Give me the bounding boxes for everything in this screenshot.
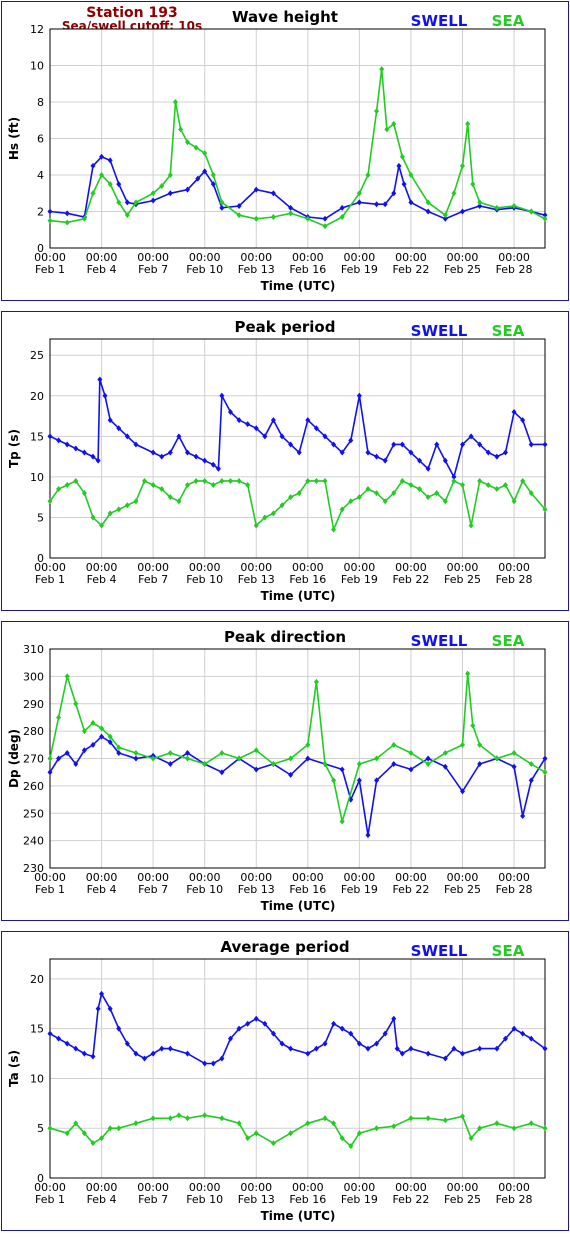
x-tick-date: Feb 16 [289,883,326,896]
x-tick-date: Feb 13 [238,263,275,276]
x-tick-date: Feb 25 [444,263,481,276]
y-tick-label: 4 [37,169,44,182]
y-tick-label: 2 [37,206,44,219]
x-tick-date: Feb 25 [444,1193,481,1206]
plot-area [49,958,546,1179]
y-axis-label: Ta (s) [7,1050,21,1087]
peak-direction-chart: 23024025026027028029030031000:00Feb 100:… [7,628,548,913]
y-tick-label: 5 [37,1122,44,1135]
x-tick-date: Feb 4 [87,573,117,586]
x-tick-date: Feb 19 [341,883,378,896]
peak-direction-panel: 230 240 250 260 270 280 290 300 310 00:00 Feb 1 00:… [1,621,569,921]
x-tick-date: Feb 28 [496,883,533,896]
x-tick-date: Feb 10 [186,263,223,276]
legend-swell: SWELL [411,12,468,30]
x-tick-date: Feb 10 [186,573,223,586]
legend-sea: SEA [492,632,525,650]
y-tick-label: 15 [30,430,44,443]
chart-title: Average period [220,938,349,956]
x-tick-date: Feb 28 [496,263,533,276]
y-tick-label: 250 [23,807,44,820]
x-tick-date: Feb 16 [289,573,326,586]
legend-sea: SEA [492,12,525,30]
y-tick-label: 8 [37,96,44,109]
x-tick-date: Feb 10 [186,883,223,896]
y-tick-label: 10 [30,1072,44,1085]
x-tick-date: Feb 1 [35,573,65,586]
y-tick-label: 10 [30,60,44,73]
x-tick-date: Feb 1 [35,883,65,896]
chart-title: Peak direction [224,628,346,646]
legend-swell: SWELL [411,632,468,650]
average-period-panel: 0 5 10 15 20 00:00 Feb 1 00:00 Feb 4 00:00 Feb 7 00… [1,931,569,1231]
y-tick-label: 20 [30,973,44,986]
x-tick-date: Feb 13 [238,573,275,586]
y-tick-label: 260 [23,780,44,793]
x-tick-date: Feb 19 [341,573,378,586]
legend-sea: SEA [492,322,525,340]
x-tick-date: Feb 7 [138,573,168,586]
y-tick-label: 15 [30,1023,44,1036]
peak-period-chart: 051015202500:00Feb 100:00Feb 400:00Feb 7… [7,318,548,603]
x-axis-label: Time (UTC) [261,589,336,603]
x-tick-date: Feb 22 [392,263,429,276]
x-tick-date: Feb 1 [35,1193,65,1206]
x-tick-date: Feb 16 [289,263,326,276]
y-axis-label: Dp (deg) [7,729,21,788]
wave-height-chart: Station 193 Sea/swell cutoff: 10s 024681… [7,5,548,293]
x-tick-date: Feb 25 [444,883,481,896]
y-tick-label: 300 [23,670,44,683]
x-tick-date: Feb 10 [186,1193,223,1206]
x-axis-label: Time (UTC) [261,899,336,913]
x-tick-date: Feb 13 [238,883,275,896]
average-period-chart: 0510152000:00Feb 100:00Feb 400:00Feb 700… [7,938,548,1223]
y-tick-label: 310 [23,643,44,656]
x-tick-date: Feb 19 [341,1193,378,1206]
x-tick-date: Feb 22 [392,573,429,586]
y-tick-label: 20 [30,390,44,403]
x-tick-date: Feb 4 [87,1193,117,1206]
legend-swell: SWELL [411,322,468,340]
y-tick-label: 290 [23,698,44,711]
x-tick-date: Feb 7 [138,883,168,896]
x-tick-date: Feb 1 [35,263,65,276]
x-tick-date: Feb 22 [392,883,429,896]
x-tick-date: Feb 4 [87,883,117,896]
legend-swell: SWELL [411,942,468,960]
x-tick-date: Feb 4 [87,263,117,276]
x-tick-date: Feb 7 [138,1193,168,1206]
x-tick-date: Feb 16 [289,1193,326,1206]
y-tick-label: 25 [30,349,44,362]
peak-period-panel: 0 5 10 15 20 25 00:00 Feb 1 00:00 Feb 4 00:00 Feb 7… [1,311,569,611]
x-tick-date: Feb 19 [341,263,378,276]
x-tick-date: Feb 25 [444,573,481,586]
y-axis-label: Hs (ft) [7,117,21,160]
y-tick-label: 280 [23,725,44,738]
x-tick-date: Feb 7 [138,263,168,276]
x-tick-date: Feb 28 [496,573,533,586]
chart-title: Peak period [235,318,336,336]
y-tick-label: 12 [30,23,44,36]
chart-title: Wave height [232,8,338,26]
x-tick-date: Feb 28 [496,1193,533,1206]
x-tick-date: Feb 22 [392,1193,429,1206]
y-tick-label: 240 [23,835,44,848]
x-axis-label: Time (UTC) [261,1209,336,1223]
x-axis-label: Time (UTC) [261,279,336,293]
y-tick-label: 270 [23,753,44,766]
wave-height-panel: Station 193 Sea/swell cutoff: 10s 024681… [1,1,569,301]
legend-sea: SEA [492,942,525,960]
y-tick-label: 6 [37,133,44,146]
y-axis-label: Tp (s) [7,429,21,468]
y-tick-label: 5 [37,511,44,524]
x-tick-date: Feb 13 [238,1193,275,1206]
y-tick-label: 10 [30,471,44,484]
